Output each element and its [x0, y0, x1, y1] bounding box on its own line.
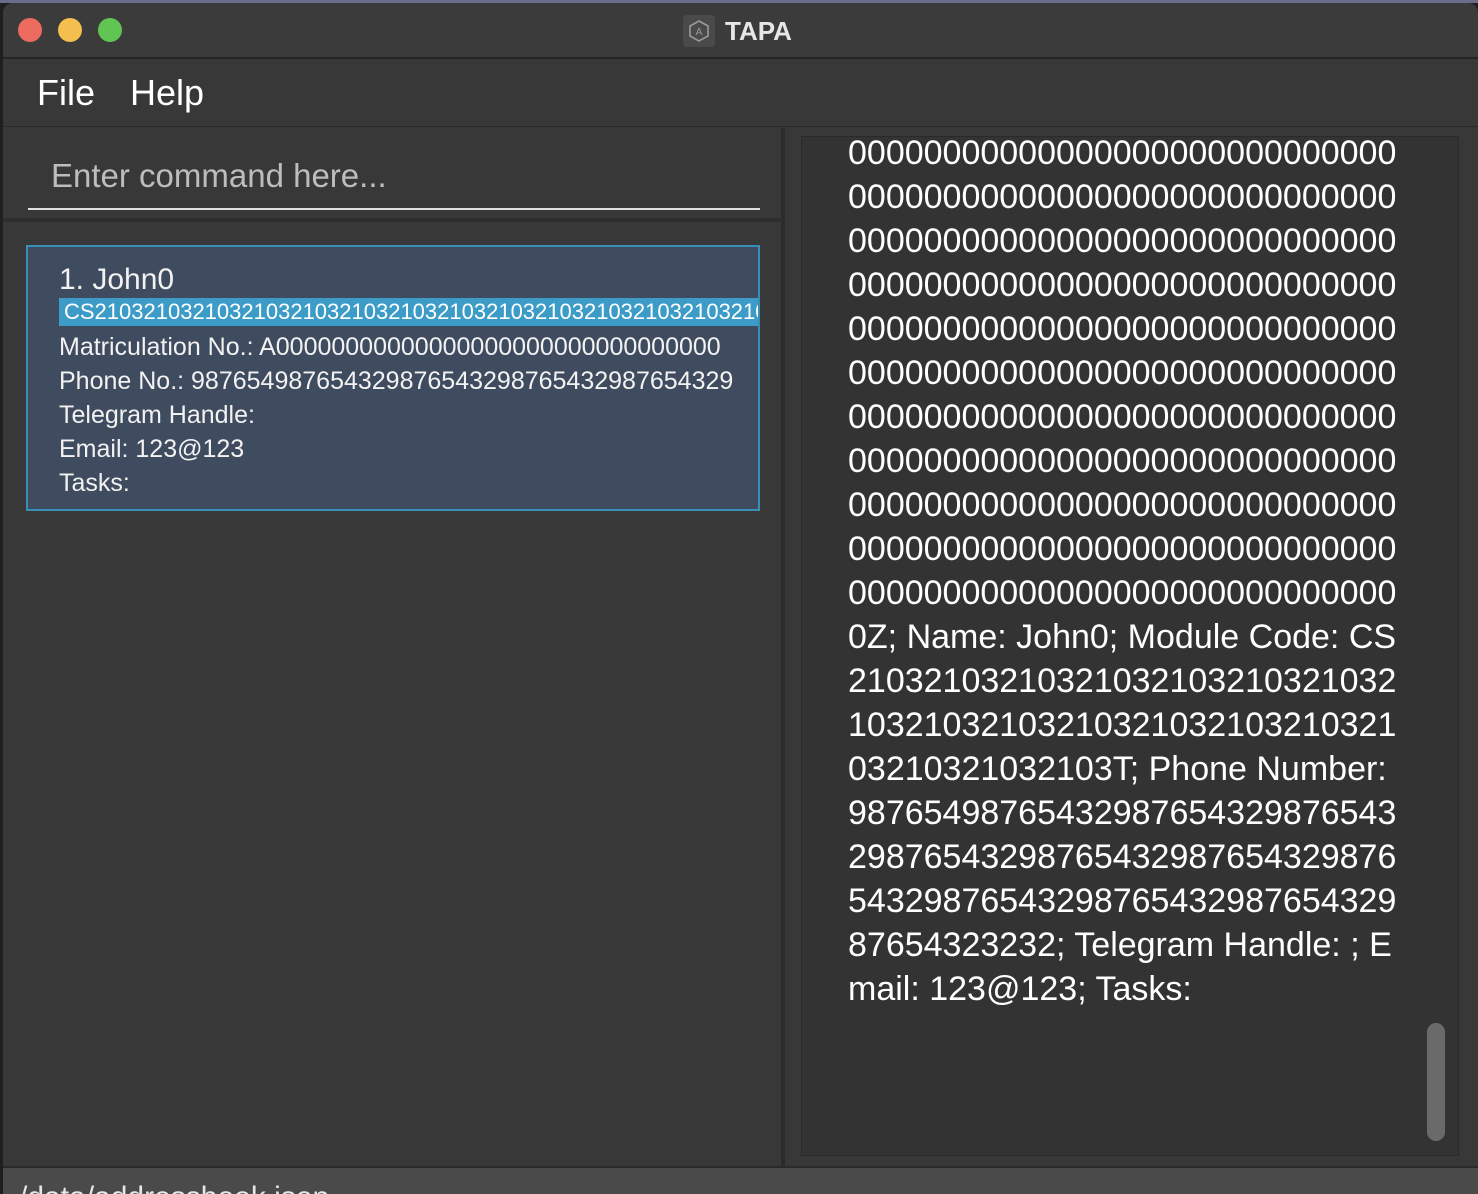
left-pane: 1. John0 CS21032103210321032103210321032…: [3, 128, 781, 1168]
tasks: Tasks:: [59, 469, 130, 497]
result-scrollbar[interactable]: [1427, 1023, 1445, 1141]
minimize-window-button[interactable]: [58, 18, 82, 42]
title-bar[interactable]: A TAPA: [3, 3, 1478, 59]
result-text: 0000000000000000000000000000000000000000…: [848, 136, 1397, 1008]
module-code-tag: CS21032103210321032103210321032103210321…: [59, 298, 758, 326]
matriculation-number: Matriculation No.: A00000000000000000000…: [59, 333, 721, 361]
status-bar: /data/addressbook.json: [3, 1166, 1478, 1194]
phone-number: Phone No.: 98765498765432987654329876543…: [59, 367, 734, 395]
person-index-name: 1. John0: [59, 263, 175, 296]
status-file-path: /data/addressbook.json: [19, 1183, 329, 1194]
command-input[interactable]: [28, 144, 760, 210]
person-card[interactable]: 1. John0 CS21032103210321032103210321032…: [26, 245, 760, 511]
result-display: 0000000000000000000000000000000000000000…: [801, 136, 1459, 1156]
menu-bar: File Help: [3, 61, 1478, 127]
window-title: TAPA: [725, 16, 792, 46]
command-box: [3, 128, 781, 222]
email: Email: 123@123: [59, 435, 245, 463]
app-window: A TAPA File Help 1. John0 CS210321032103…: [3, 3, 1478, 1194]
menu-help[interactable]: Help: [130, 73, 204, 113]
telegram-handle: Telegram Handle:: [59, 401, 255, 429]
menu-file[interactable]: File: [37, 73, 95, 113]
close-window-button[interactable]: [18, 18, 42, 42]
svg-text:A: A: [696, 27, 703, 38]
app-logo-icon: A: [683, 15, 715, 47]
pane-divider[interactable]: [781, 128, 785, 1168]
maximize-window-button[interactable]: [98, 18, 122, 42]
